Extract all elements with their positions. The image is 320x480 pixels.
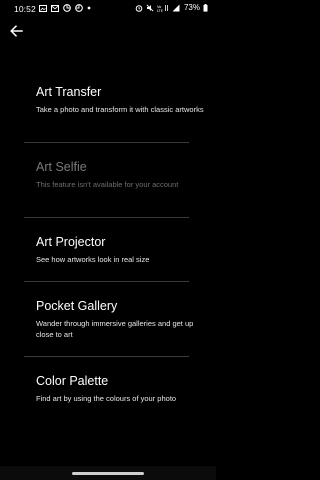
feature-item-pocket-gallery[interactable]: Pocket Gallery Wander through immersive … xyxy=(36,299,204,340)
divider xyxy=(24,142,189,143)
battery-icon xyxy=(203,3,208,12)
feature-title: Art Selfie xyxy=(36,160,87,174)
feature-description: Wander through immersive galleries and g… xyxy=(36,319,194,339)
feature-title: Color Palette xyxy=(36,374,109,388)
divider xyxy=(24,217,189,218)
feature-description: Find art by using the colours of your ph… xyxy=(36,394,177,403)
status-bar: 10:52 Vo LTE 73% xyxy=(0,0,216,18)
pinwheel-icon xyxy=(63,4,71,12)
home-indicator[interactable] xyxy=(72,472,144,475)
feature-item-art-transfer[interactable]: Art Transfer Take a photo and transform … xyxy=(36,85,204,115)
feature-title: Pocket Gallery xyxy=(36,299,118,313)
alarm-icon xyxy=(135,4,143,12)
network-info-icon: Vo LTE xyxy=(157,4,168,12)
arrow-left-icon xyxy=(9,25,23,37)
feature-description: Take a photo and transform it with class… xyxy=(36,105,204,114)
feature-item-color-palette[interactable]: Color Palette Find art by using the colo… xyxy=(36,374,204,404)
feature-title: Art Transfer xyxy=(36,85,102,99)
battery-percent: 73% xyxy=(183,3,200,12)
mute-icon xyxy=(146,3,154,12)
back-button[interactable] xyxy=(8,23,24,39)
gmail-icon xyxy=(51,4,59,12)
pinwheel-icon xyxy=(75,4,83,12)
feature-description: See how artworks look in real size xyxy=(36,255,150,264)
divider xyxy=(24,281,189,282)
feature-description: This feature isn't available for your ac… xyxy=(36,180,179,189)
notification-icons xyxy=(39,4,91,12)
divider xyxy=(24,356,189,357)
gallery-icon xyxy=(39,4,47,12)
dot-icon xyxy=(87,6,91,10)
feature-item-art-projector[interactable]: Art Projector See how artworks look in r… xyxy=(36,235,204,265)
feature-title: Art Projector xyxy=(36,235,106,249)
feature-item-art-selfie: Art Selfie This feature isn't available … xyxy=(36,160,204,190)
system-icons: Vo LTE 73% xyxy=(135,3,208,12)
svg-text:LTE: LTE xyxy=(157,8,164,11)
status-time: 10:52 xyxy=(14,4,36,14)
signal-icon xyxy=(172,4,180,11)
